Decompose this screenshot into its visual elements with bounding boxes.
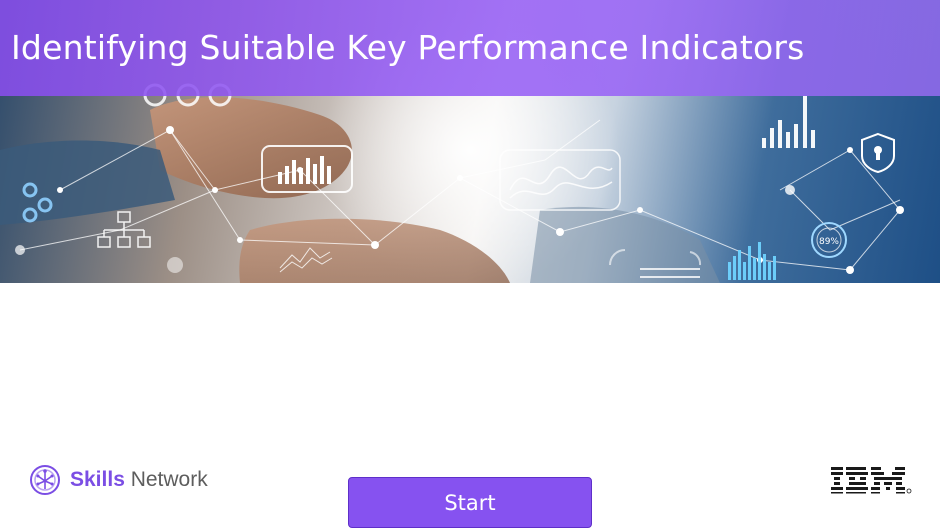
top-right-bar-chart bbox=[762, 96, 815, 148]
skills-network-logo-icon bbox=[30, 465, 60, 495]
title-band: Identifying Suitable Key Performance Ind… bbox=[0, 0, 940, 96]
title-slide: 89% Identifying Suitable Key Performance… bbox=[0, 0, 940, 528]
brand-name: Skills Network bbox=[70, 468, 208, 492]
hierarchy-icon bbox=[97, 211, 151, 248]
shield-lock-icon bbox=[861, 132, 895, 174]
percentage-gauge: 89% bbox=[811, 222, 847, 258]
skills-network-brand: Skills Network bbox=[29, 463, 208, 497]
start-button[interactable]: Start bbox=[348, 477, 592, 528]
page-title: Identifying Suitable Key Performance Ind… bbox=[11, 28, 805, 67]
brand-name-strong: Skills bbox=[70, 468, 125, 491]
hero-banner: 89% Identifying Suitable Key Performance… bbox=[0, 0, 940, 283]
ibm-logo bbox=[831, 467, 912, 494]
gauge-label: 89% bbox=[819, 237, 839, 247]
brand-name-regular: Network bbox=[124, 468, 208, 491]
